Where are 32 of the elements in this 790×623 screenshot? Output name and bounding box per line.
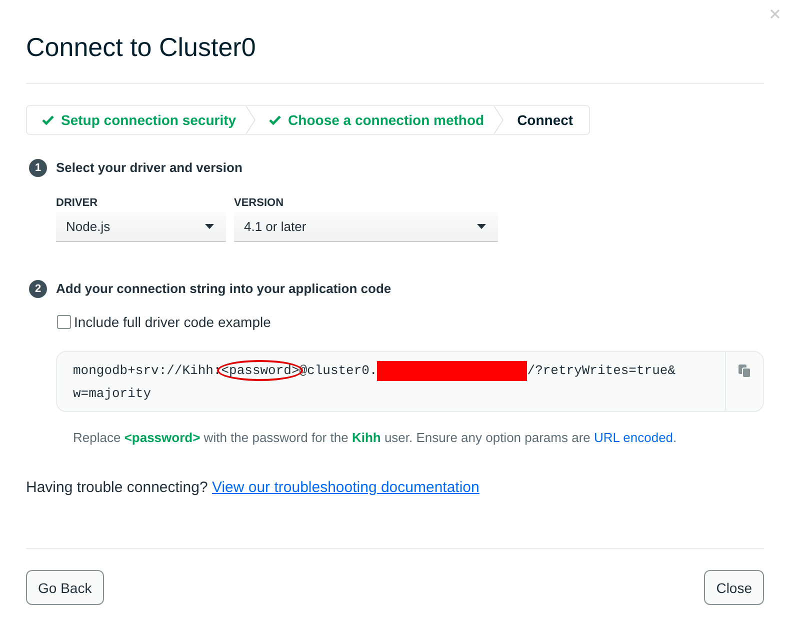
troubleshooting-link[interactable]: View our troubleshooting documentation [212, 479, 480, 496]
copy-icon [738, 364, 751, 378]
step-label: Setup connection security [61, 112, 236, 128]
help-text: Having trouble connecting? View our troubleshooting documentation [26, 478, 480, 498]
close-icon [770, 9, 780, 19]
check-icon [269, 115, 282, 125]
step-label: Choose a connection method [288, 112, 484, 128]
section-heading: Select your driver and version [56, 159, 242, 177]
checkbox[interactable] [57, 315, 71, 329]
section-heading: Add your connection string into your application code [56, 280, 392, 298]
back-button[interactable]: Go Back [26, 570, 104, 605]
field-label: VERSION [234, 196, 284, 210]
code-text: <password> [221, 362, 300, 379]
check-icon [42, 115, 54, 125]
caret-icon [477, 224, 486, 229]
code-text: w=majority [73, 385, 152, 403]
code-text: mongodb+srv://Kihh: [73, 362, 222, 380]
close-button[interactable]: Close [704, 570, 764, 605]
step-number: 2 [29, 280, 47, 298]
step-label: Connect [517, 112, 574, 128]
close-button[interactable] [770, 9, 780, 19]
connection-hint: Replace <password> with the password for the Kihh user. Ensure any option params are URL encoded. [73, 429, 677, 447]
step-number: 1 [29, 159, 47, 177]
url-encoded-link[interactable]: URL encoded [594, 430, 674, 445]
copy-button[interactable] [738, 364, 751, 378]
select-dropdown[interactable]: 4.1 or later [234, 212, 498, 242]
select-dropdown[interactable]: Node.js [56, 212, 226, 242]
dialog-title: Connect to Cluster0 [26, 33, 256, 61]
caret-icon [205, 224, 214, 229]
field-label: DRIVER [56, 196, 98, 210]
checkbox-label[interactable]: Include full driver code example [74, 314, 271, 330]
code-text: /?retryWrites=true& [527, 362, 676, 380]
